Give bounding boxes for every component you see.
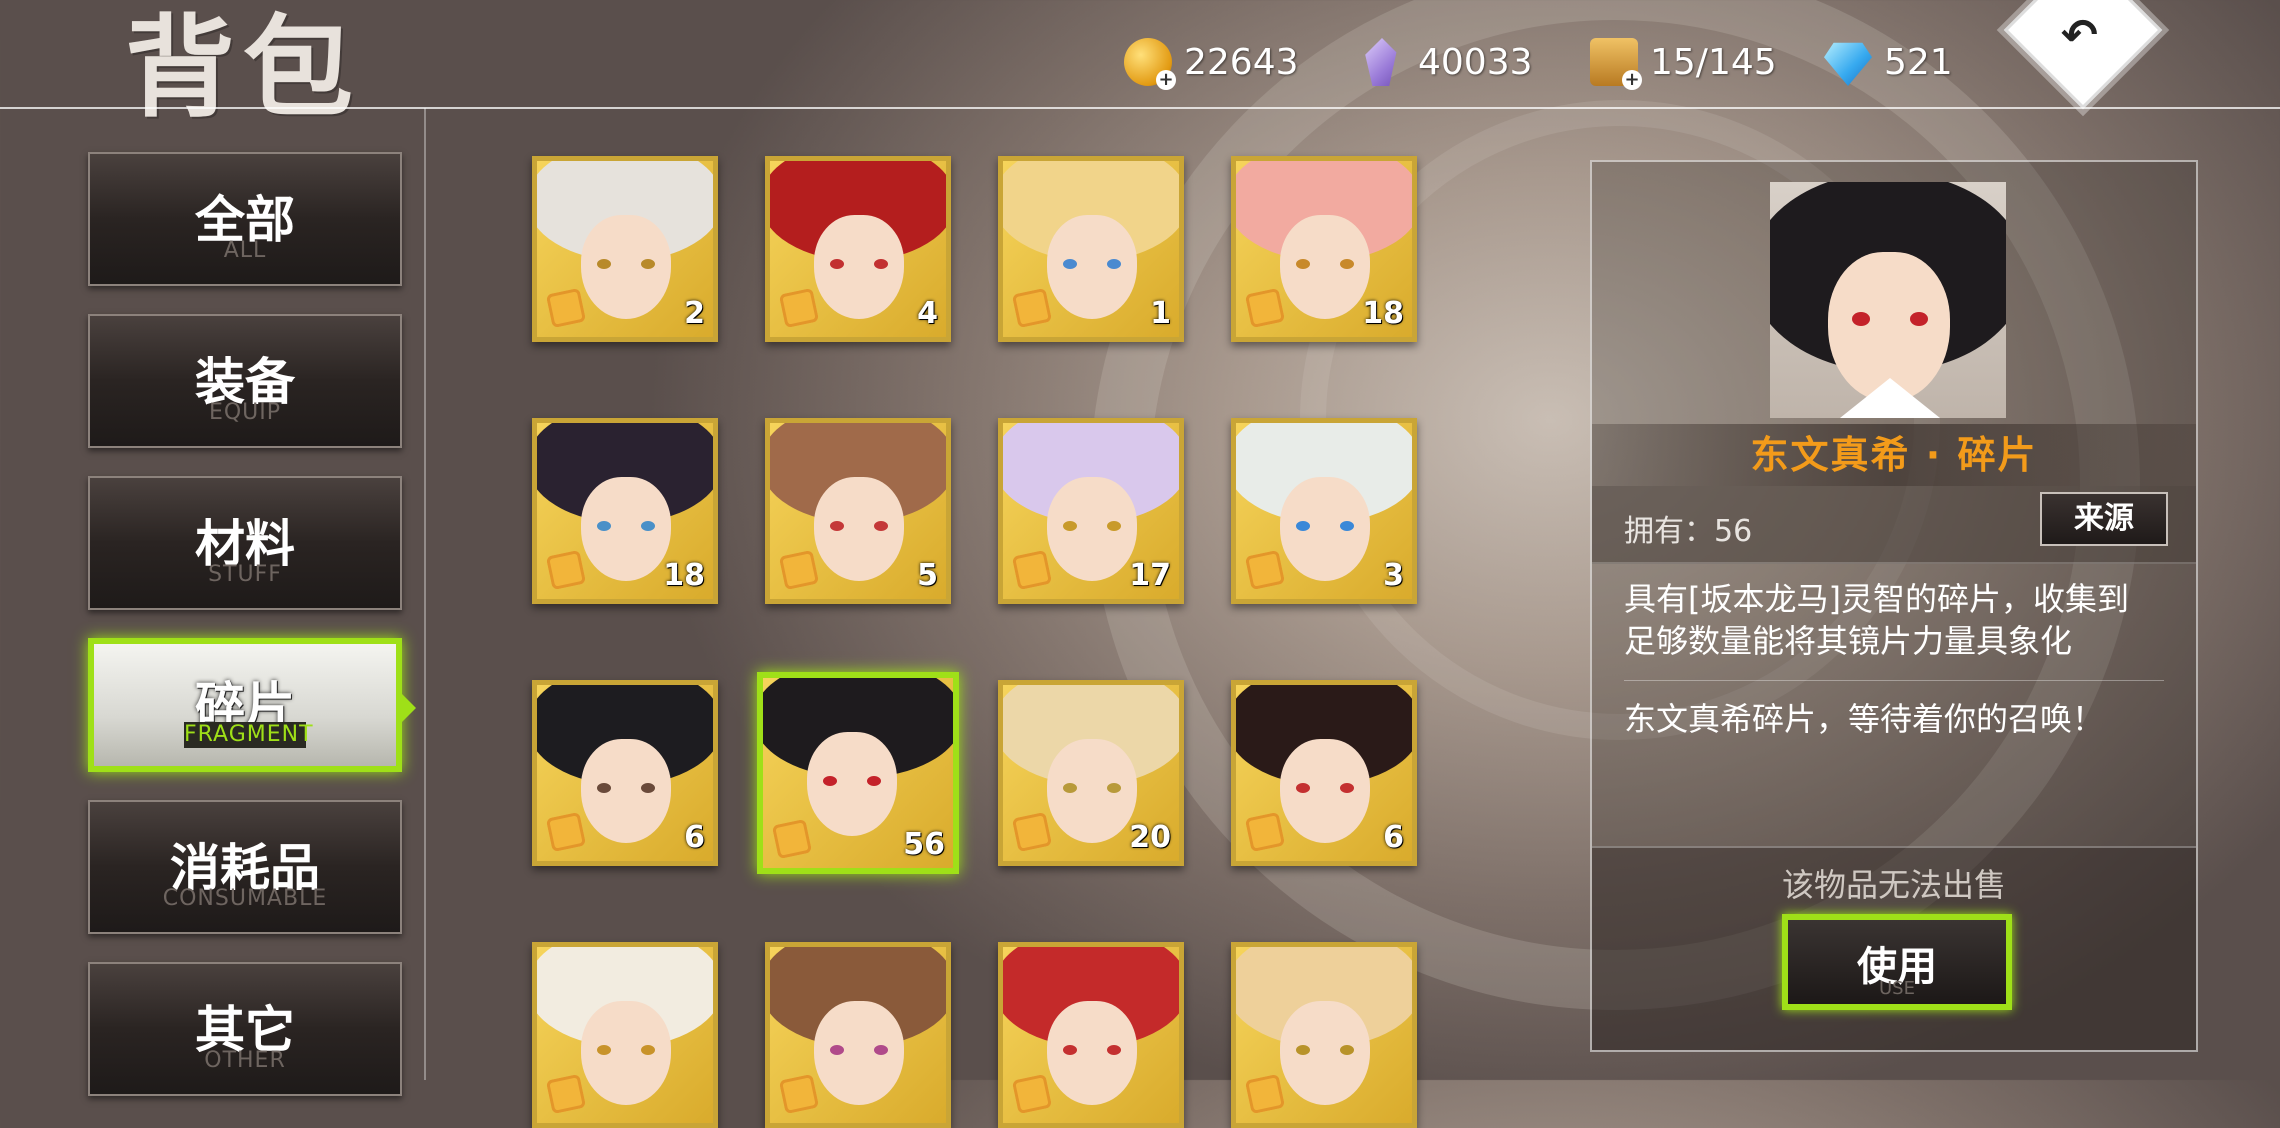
gold-value: 22643 xyxy=(1184,41,1299,83)
tab-other[interactable]: 其它 OTHER xyxy=(88,962,402,1096)
item-flavor-text: 东文真希碎片，等待着你的召唤！ xyxy=(1624,700,2105,738)
tab-all[interactable]: 全部 ALL xyxy=(88,152,402,286)
use-button[interactable]: 使用 USE xyxy=(1782,914,2012,1010)
tab-sublabel: STUFF xyxy=(208,562,282,587)
fragment-item[interactable] xyxy=(765,942,951,1128)
puzzle-piece-icon xyxy=(545,811,587,853)
fragment-item[interactable] xyxy=(532,942,718,1128)
puzzle-piece-icon xyxy=(545,287,587,329)
fragment-item[interactable]: 1 xyxy=(998,156,1184,342)
tab-stuff[interactable]: 材料 STUFF xyxy=(88,476,402,610)
puzzle-piece-icon xyxy=(1011,549,1053,591)
fragment-item[interactable]: 3 xyxy=(1231,418,1417,604)
diamond-gem-icon xyxy=(1824,42,1872,86)
item-description-line: 具有[坂本龙马]灵智的碎片，收集到 xyxy=(1624,580,2129,618)
fragment-item[interactable]: 17 xyxy=(998,418,1184,604)
chest-icon: + xyxy=(1590,38,1642,90)
item-name: 东文真希 · 碎片 xyxy=(1750,433,2038,477)
puzzle-piece-icon xyxy=(1011,287,1053,329)
fragment-item[interactable]: 56 xyxy=(757,672,959,874)
item-description-line: 足够数量能将其镜片力量具象化 xyxy=(1624,622,2073,660)
item-count: 18 xyxy=(663,558,705,593)
item-count: 1 xyxy=(1150,296,1171,331)
tab-sublabel: ALL xyxy=(223,238,267,263)
item-count: 3 xyxy=(1383,558,1404,593)
puzzle-piece-icon xyxy=(1244,549,1286,591)
gold-resource[interactable]: + 22643 xyxy=(1124,38,1299,90)
item-count: 17 xyxy=(1129,558,1171,593)
chest-value: 15/145 xyxy=(1650,41,1777,83)
puzzle-piece-icon xyxy=(545,549,587,591)
item-count: 5 xyxy=(917,558,938,593)
character-portrait xyxy=(1770,182,2006,418)
item-count: 18 xyxy=(1362,296,1404,331)
puzzle-piece-icon xyxy=(1244,811,1286,853)
description-divider xyxy=(1624,680,2164,681)
item-count: 4 xyxy=(917,296,938,331)
fragment-item[interactable] xyxy=(998,942,1184,1128)
crystal-resource[interactable]: 40033 xyxy=(1358,38,1533,86)
item-count: 6 xyxy=(684,820,705,855)
crystal-icon xyxy=(1365,38,1397,86)
active-tab-pointer xyxy=(402,694,416,722)
owned-count: 拥有：56 xyxy=(1624,514,1753,549)
puzzle-piece-icon xyxy=(1244,287,1286,329)
fragment-item[interactable]: 5 xyxy=(765,418,951,604)
back-button[interactable]: ↶ xyxy=(2003,0,2163,150)
fragment-item[interactable]: 6 xyxy=(1231,680,1417,866)
diamond-value: 521 xyxy=(1884,41,1953,83)
tab-sublabel: FRAGMENT xyxy=(184,722,314,748)
puzzle-piece-icon xyxy=(778,287,820,329)
item-detail-panel: 东文真希 · 碎片 拥有：56 来源 具有[坂本龙马]灵智的碎片，收集到 足够数… xyxy=(1590,160,2198,1052)
item-count: 2 xyxy=(684,296,705,331)
tab-sublabel: CONSUMABLE xyxy=(162,886,328,911)
header-divider xyxy=(0,107,2280,109)
sidebar-divider xyxy=(424,108,426,1080)
use-button-sublabel: USE xyxy=(1879,978,1915,999)
fragment-item[interactable]: 6 xyxy=(532,680,718,866)
chest-resource[interactable]: + 15/145 xyxy=(1590,38,1777,90)
puzzle-piece-icon xyxy=(1011,811,1053,853)
diamond-resource[interactable]: 521 xyxy=(1824,38,1953,86)
not-sellable-text: 该物品无法出售 xyxy=(1781,866,2006,904)
tab-equip[interactable]: 装备 EQUIP xyxy=(88,314,402,448)
fragment-item[interactable] xyxy=(1231,942,1417,1128)
fragment-item[interactable]: 18 xyxy=(532,418,718,604)
puzzle-piece-icon xyxy=(778,549,820,591)
tab-consumable[interactable]: 消耗品 CONSUMABLE xyxy=(88,800,402,934)
page-title: 背包 xyxy=(125,3,361,132)
item-count: 56 xyxy=(903,827,945,862)
gold-coin-icon: + xyxy=(1124,38,1176,90)
tab-fragment[interactable]: 碎片 FRAGMENT xyxy=(88,638,402,772)
item-description: 具有[坂本龙马]灵智的碎片，收集到 足够数量能将其镜片力量具象化 xyxy=(1624,578,2164,662)
item-count: 6 xyxy=(1383,820,1404,855)
tab-sublabel: EQUIP xyxy=(208,400,282,425)
fragment-item[interactable]: 18 xyxy=(1231,156,1417,342)
item-count: 20 xyxy=(1129,820,1171,855)
tab-sublabel: OTHER xyxy=(204,1048,286,1073)
return-icon: ↶ xyxy=(2061,10,2098,61)
fragment-item[interactable]: 2 xyxy=(532,156,718,342)
fragment-item[interactable]: 4 xyxy=(765,156,951,342)
puzzle-piece-icon xyxy=(771,818,813,860)
item-name-bar: 东文真希 · 碎片 xyxy=(1592,424,2196,486)
fragment-item[interactable]: 20 xyxy=(998,680,1184,866)
source-button[interactable]: 来源 xyxy=(2040,492,2168,546)
header: 背包 + 22643 40033 + 15/145 521 ↶ xyxy=(0,0,2280,132)
crystal-value: 40033 xyxy=(1418,41,1533,83)
